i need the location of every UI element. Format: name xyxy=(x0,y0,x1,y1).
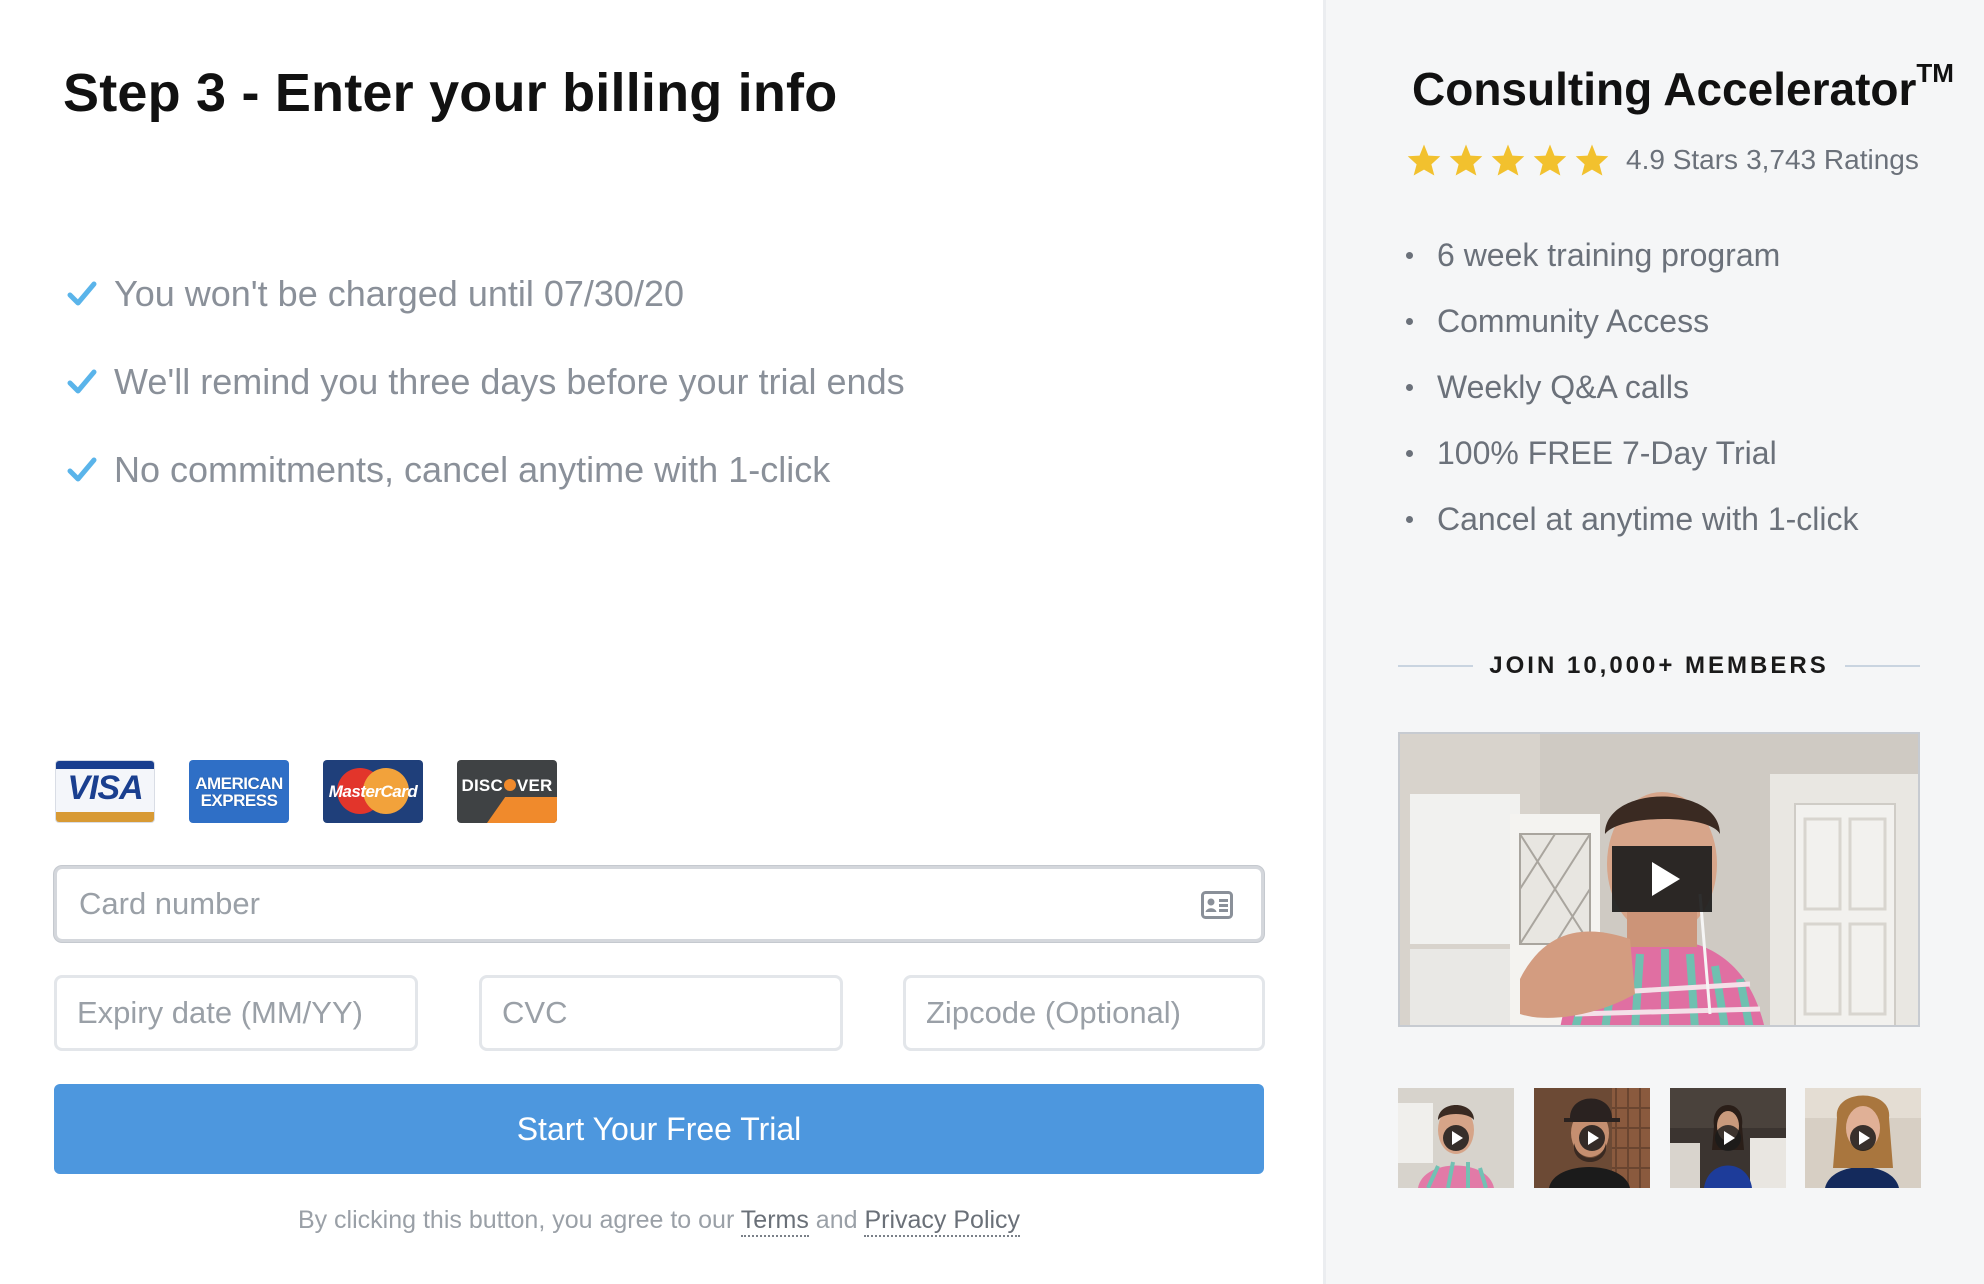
testimonial-video[interactable] xyxy=(1398,732,1920,1027)
product-title: Consulting AcceleratorTM xyxy=(1412,58,1954,115)
legal-and: and xyxy=(808,1206,865,1234)
trademark-symbol: TM xyxy=(1916,58,1954,88)
legal-prefix: By clicking this button, you agree to ou… xyxy=(297,1206,741,1234)
expiry-date-input[interactable] xyxy=(57,978,415,1048)
billing-pane: Step 3 - Enter your billing info You won… xyxy=(0,0,1324,1284)
rating-value: 4.9 Stars xyxy=(1626,144,1739,175)
card-number-field[interactable] xyxy=(54,866,1264,942)
video-thumbnail[interactable] xyxy=(1670,1088,1786,1188)
star-icon xyxy=(1491,144,1525,176)
id-card-icon xyxy=(1201,891,1233,919)
zipcode-field[interactable] xyxy=(903,975,1265,1051)
star-icon xyxy=(1575,144,1609,176)
benefit-text: No commitments, cancel anytime with 1-cl… xyxy=(114,449,831,490)
zipcode-input[interactable] xyxy=(906,978,1262,1048)
legal-notice: By clicking this button, you agree to ou… xyxy=(0,1206,1318,1237)
product-summary-pane: Consulting AcceleratorTM 4.9 Stars 3,743 … xyxy=(1326,0,1984,1284)
check-icon xyxy=(67,281,97,306)
visa-logo: VISA xyxy=(55,760,155,823)
mastercard-logo: MasterCard xyxy=(323,760,423,823)
check-icon xyxy=(67,457,97,482)
feature-item: 6 week training program xyxy=(1406,222,1858,288)
video-thumbnail[interactable] xyxy=(1805,1088,1921,1188)
benefit-item: You won't be charged until 07/30/20 xyxy=(66,250,905,338)
cvc-field[interactable] xyxy=(479,975,843,1051)
rating-text: 4.9 Stars 3,743 Ratings xyxy=(1626,144,1927,176)
benefit-item: We'll remind you three days before your … xyxy=(66,338,905,426)
product-rating: 4.9 Stars 3,743 Ratings xyxy=(1406,143,1927,177)
feature-item: 100% FREE 7-Day Trial xyxy=(1406,420,1858,486)
feature-item: Weekly Q&A calls xyxy=(1406,354,1858,420)
rating-count: 3,743 Ratings xyxy=(1746,144,1919,175)
benefit-text: We'll remind you three days before your … xyxy=(114,361,905,402)
privacy-policy-link[interactable]: Privacy Policy xyxy=(864,1206,1021,1237)
join-members-heading: JOIN 10,000+ MEMBERS xyxy=(1398,652,1921,680)
cvc-input[interactable] xyxy=(482,978,840,1048)
terms-link[interactable]: Terms xyxy=(740,1206,809,1237)
video-thumbnail[interactable] xyxy=(1534,1088,1650,1188)
benefit-text: You won't be charged until 07/30/20 xyxy=(114,273,684,314)
start-free-trial-button[interactable]: Start Your Free Trial xyxy=(54,1084,1264,1174)
benefits-checklist: You won't be charged until 07/30/20 We'l… xyxy=(66,250,905,514)
star-icon xyxy=(1449,144,1483,176)
benefit-item: No commitments, cancel anytime with 1-cl… xyxy=(66,426,905,514)
video-frame xyxy=(1400,734,1918,1025)
star-icon xyxy=(1407,144,1441,176)
feature-list: 6 week training program Community Access… xyxy=(1406,222,1858,552)
check-icon xyxy=(67,369,97,394)
expiry-date-field[interactable] xyxy=(54,975,418,1051)
card-number-input[interactable] xyxy=(57,869,1261,939)
feature-item: Community Access xyxy=(1406,288,1858,354)
star-icon xyxy=(1533,144,1567,176)
accepted-cards: VISA AMERICAN EXPRESS MasterCard DISC VER xyxy=(55,760,557,823)
page-title: Step 3 - Enter your billing info xyxy=(63,63,838,123)
feature-item: Cancel at anytime with 1-click xyxy=(1406,486,1858,552)
video-thumbnail[interactable] xyxy=(1398,1088,1514,1188)
amex-logo: AMERICAN EXPRESS xyxy=(189,760,289,823)
discover-logo: DISC VER xyxy=(457,760,557,823)
